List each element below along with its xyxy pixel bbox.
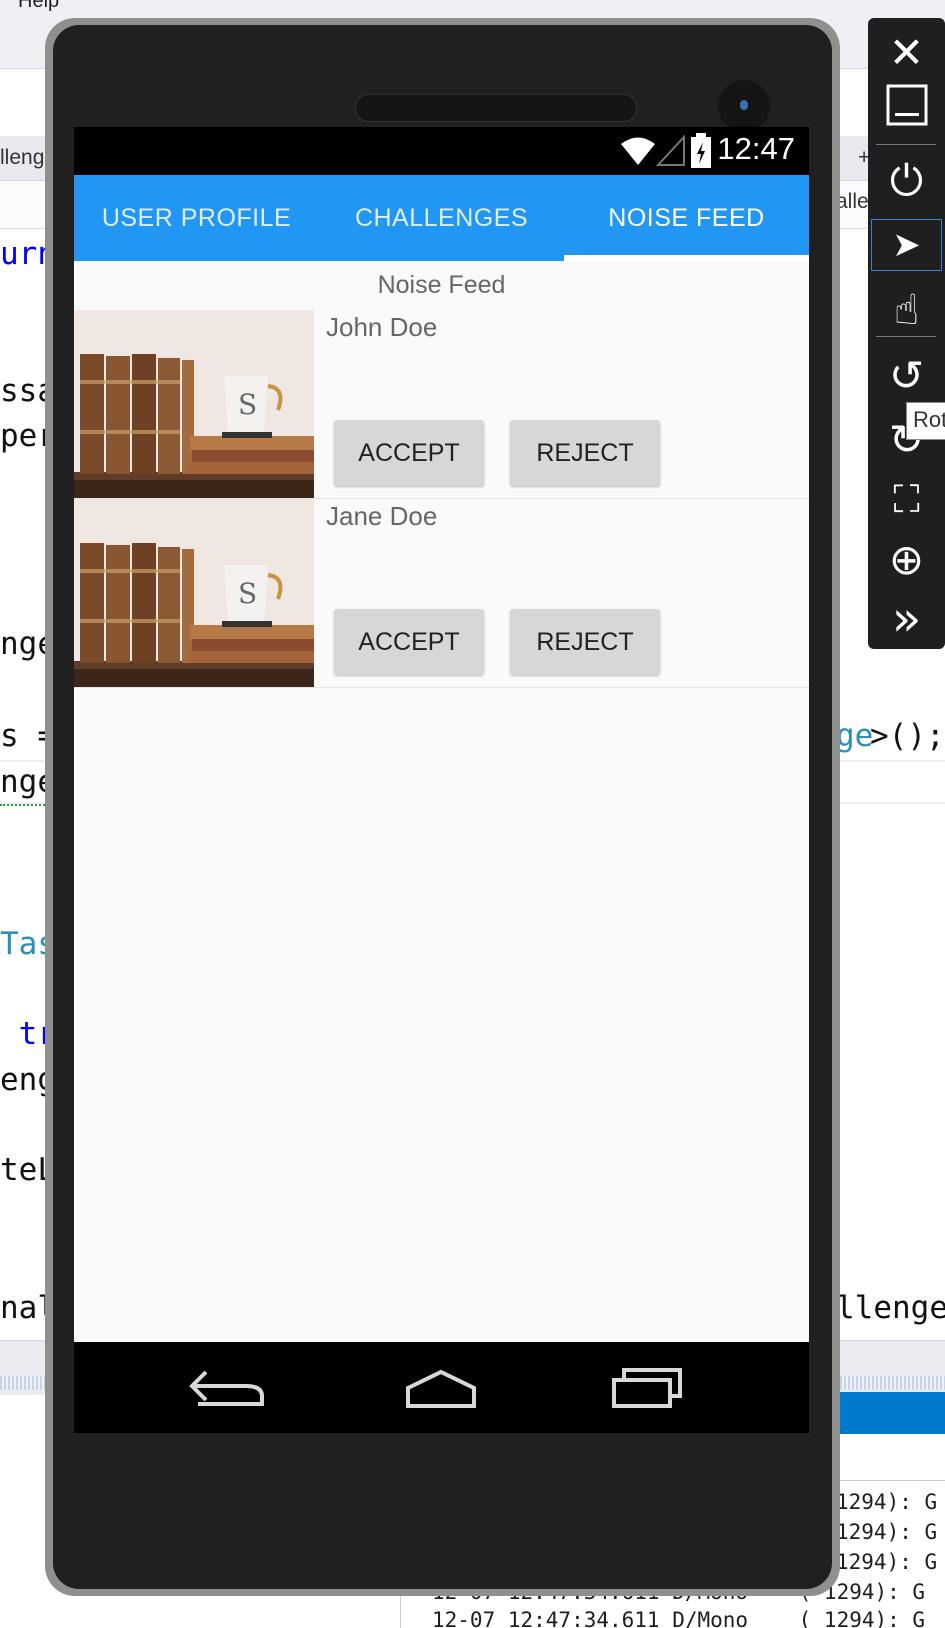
tab-noise-feed[interactable]: NOISE FEED (564, 175, 809, 261)
battery-icon (691, 133, 711, 168)
minimize-icon-svg (886, 84, 927, 126)
active-tab-indicator (564, 255, 809, 261)
page-title: Noise Feed (377, 271, 506, 299)
close-icon[interactable]: ✕ (868, 23, 945, 81)
feed-item-name: John Doe (326, 312, 438, 342)
list-item: S Jane Doe ACCEPT REJECT (74, 499, 809, 688)
emulator-toolbar: ✕ ⏻ ➤ ☝ ↺ ↻ ⛶ ⊕ » (868, 18, 945, 649)
toolbar-separator (876, 144, 936, 145)
reject-button[interactable]: REJECT (510, 609, 660, 675)
back-icon[interactable] (184, 1360, 274, 1414)
zoom-icon[interactable]: ⊕ (868, 530, 945, 588)
speaker-grille (355, 94, 637, 122)
status-clock: 12:47 (717, 131, 795, 166)
output-line: 1294): G (836, 1520, 938, 1544)
home-icon[interactable] (396, 1360, 486, 1414)
pointer-icon[interactable]: ➤ (868, 216, 945, 274)
camera-lens (740, 100, 748, 110)
menu-help[interactable]: Help (18, 0, 59, 13)
ide-member-dropdown[interactable]: alle (836, 190, 869, 214)
output-line: 1294): G (836, 1490, 938, 1514)
feed-item-image: S (74, 499, 314, 687)
rotate-left-icon[interactable]: ↺ (868, 346, 945, 404)
list-item: S John Doe ACCEPT REJECT (74, 310, 809, 499)
front-camera (718, 80, 770, 132)
device-screen[interactable]: 12:47 USER PROFILE CHALLENGES NOISE FEED… (74, 127, 809, 1433)
minimize-icon[interactable] (868, 76, 945, 134)
feed-item-name: Jane Doe (326, 501, 438, 531)
signal-icon (656, 135, 685, 166)
touch-icon[interactable]: ☝ (868, 280, 945, 338)
code-line-right: >(); (870, 718, 945, 754)
output-line: 1294): G (836, 1550, 938, 1574)
reject-button[interactable]: REJECT (510, 420, 660, 486)
svg-text:S: S (238, 388, 257, 421)
status-bar: 12:47 (74, 127, 809, 175)
accept-button[interactable]: ACCEPT (334, 420, 484, 486)
wifi-icon (621, 137, 655, 165)
code-warning-squiggle (0, 800, 48, 806)
tab-user-profile[interactable]: USER PROFILE (74, 175, 319, 261)
books-image: S (74, 310, 314, 498)
power-icon[interactable]: ⏻ (868, 152, 945, 210)
fit-screen-icon[interactable]: ⛶ (868, 470, 945, 528)
code-line-right-type: ge (836, 718, 874, 754)
tab-bar: USER PROFILE CHALLENGES NOISE FEED (74, 175, 809, 261)
feed-item-image: S (74, 310, 314, 498)
tab-challenges[interactable]: CHALLENGES (319, 175, 564, 261)
system-navigation-bar (74, 1342, 809, 1433)
rotate-tooltip: Rot (906, 402, 945, 440)
books-image: S (74, 499, 314, 687)
accept-button[interactable]: ACCEPT (334, 609, 484, 675)
toolbar-separator (876, 336, 936, 337)
output-line: 12-07 12:47:34.611 D/Mono ( 1294): G (432, 1608, 926, 1628)
code-line-right: llenge (836, 1290, 945, 1326)
more-icon[interactable]: » (868, 590, 945, 648)
recent-apps-icon[interactable] (604, 1360, 694, 1414)
ide-active-panel-tab[interactable] (836, 1392, 945, 1434)
svg-text:S: S (238, 577, 257, 610)
ide-editor-tab[interactable]: lleng (0, 146, 44, 170)
